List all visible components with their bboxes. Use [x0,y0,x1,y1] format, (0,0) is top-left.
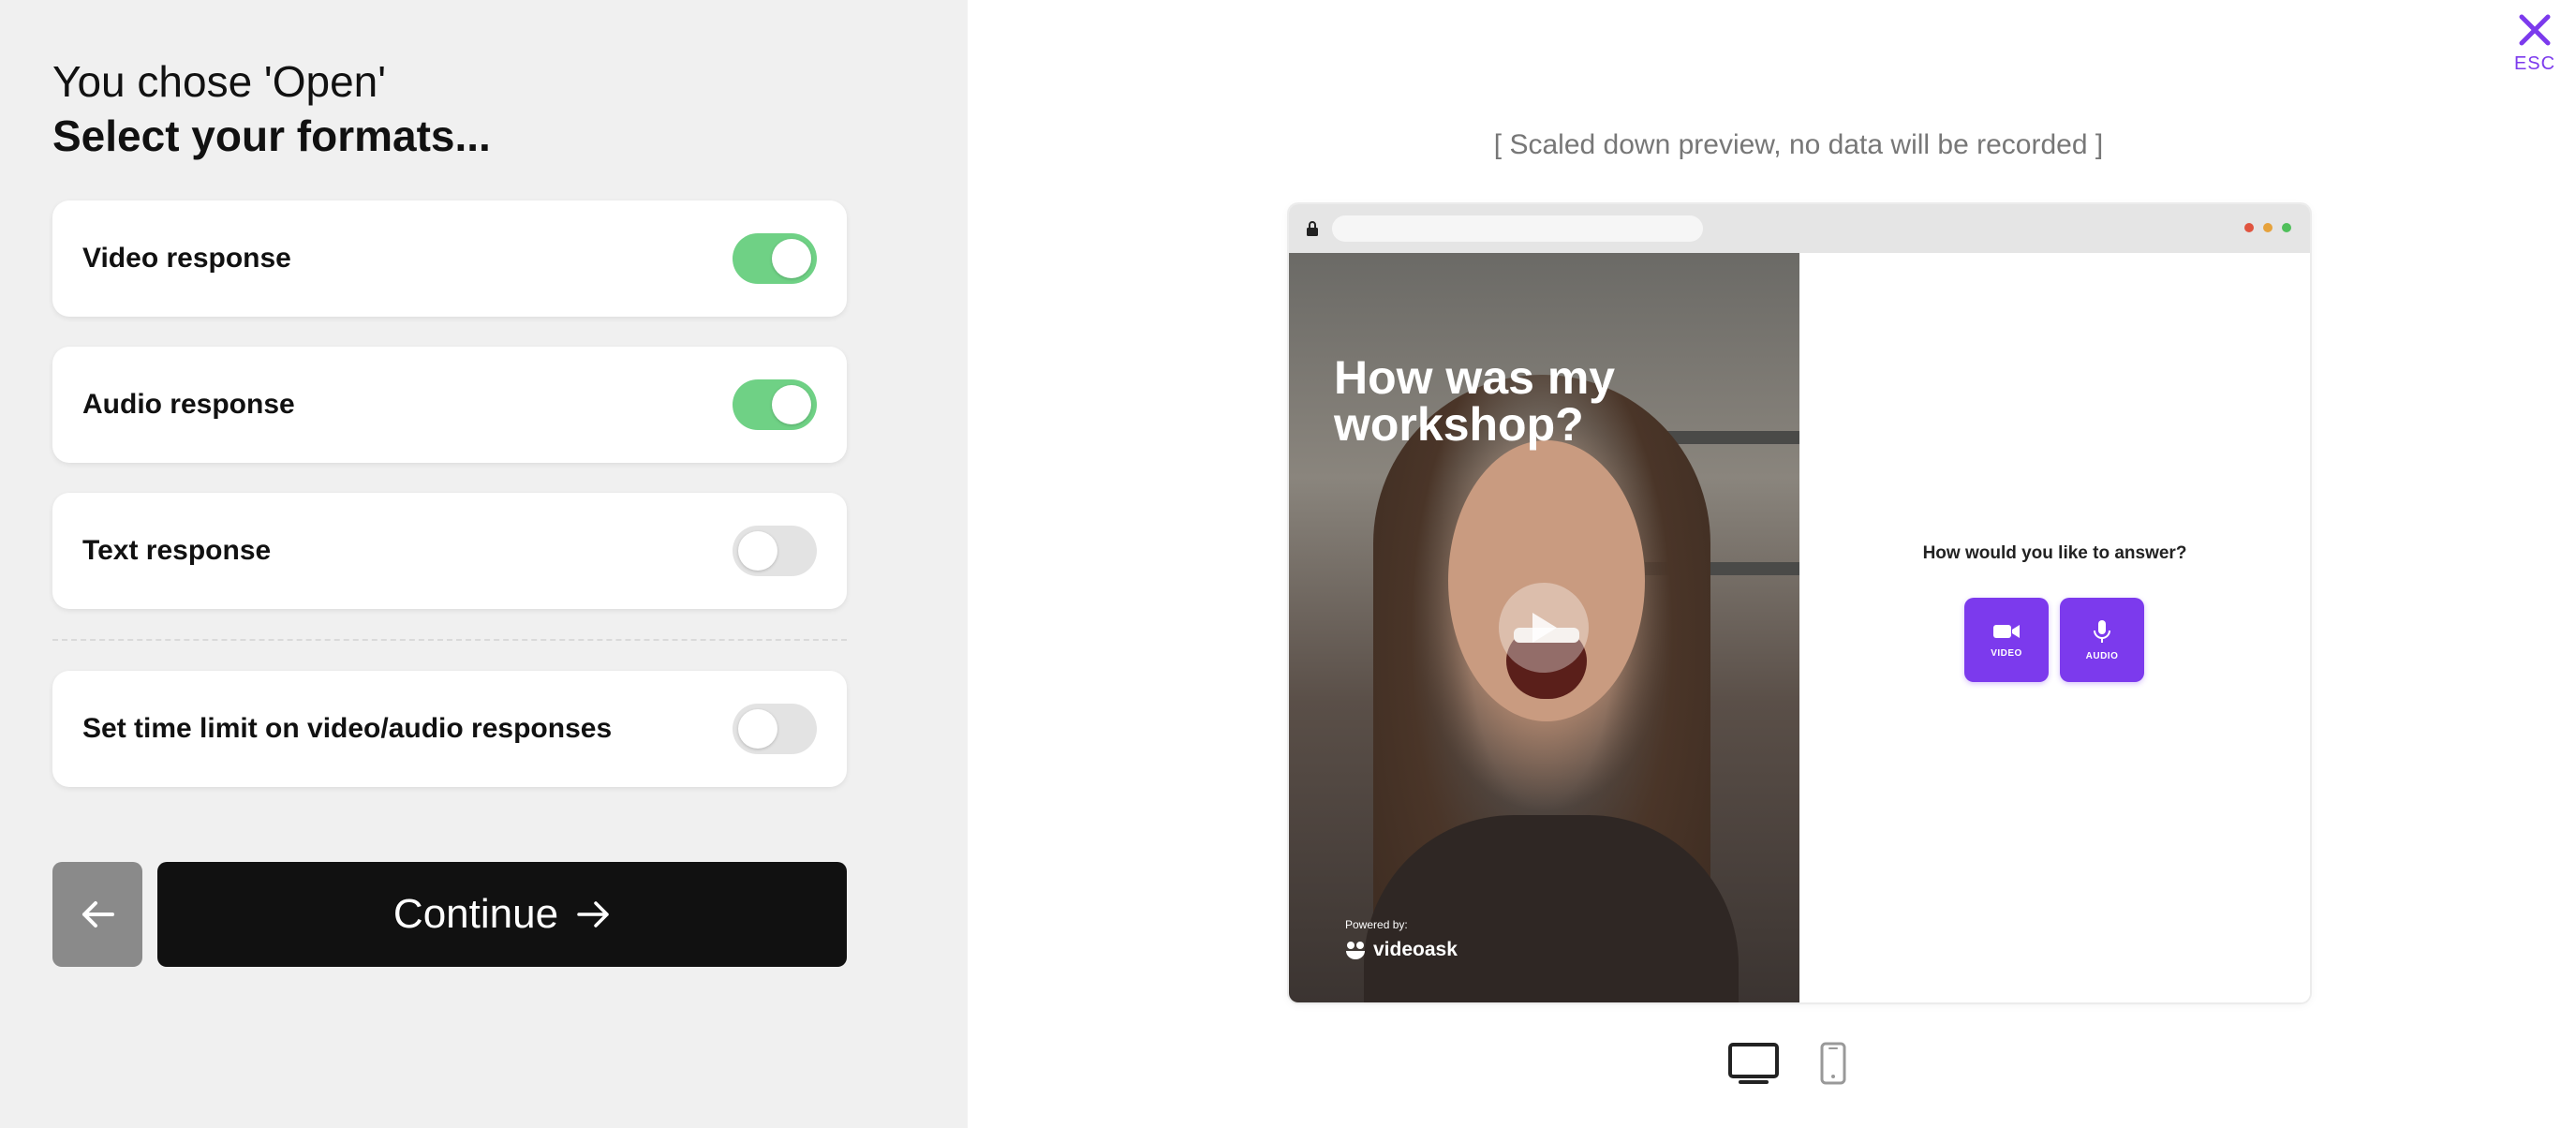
powered-by: Powered by: videoask [1345,918,1458,961]
preview-note: [ Scaled down preview, no data will be r… [1493,129,2104,160]
text-response-toggle[interactable] [733,526,817,576]
lock-icon [1307,221,1318,236]
video-camera-icon [1993,624,2020,638]
mobile-preview-button[interactable] [1819,1042,1847,1090]
desktop-icon [1728,1043,1779,1084]
close-icon [2519,14,2551,46]
esc-label: ESC [2513,53,2556,74]
video-response-toggle[interactable] [733,233,817,284]
toggle-knob [772,385,811,424]
microphone-icon [2094,619,2110,643]
powered-by-label: Powered by: [1345,918,1408,931]
continue-label: Continue [392,891,559,937]
url-bar [1332,215,1703,242]
toggle-knob [738,709,777,749]
continue-button[interactable]: Continue [157,862,847,967]
time-limit-label: Set time limit on video/audio responses [82,713,613,744]
audio-response-card: Audio response [52,347,847,463]
close-button[interactable]: ESC [2510,13,2559,75]
page-heading: You chose 'Open' Select your formats... [52,54,491,163]
answer-buttons: VIDEO AUDIO [1964,598,2144,682]
video-response-label: Video response [82,243,291,274]
time-limit-card: Set time limit on video/audio responses [52,671,847,787]
audio-response-label: Audio response [82,389,295,420]
video-preview: How was my workshop? Powered by: videoas… [1289,253,1799,1002]
toggle-knob [772,239,811,278]
toggle-knob [738,531,777,571]
video-answer-button[interactable]: VIDEO [1964,598,2049,682]
dot-red [2244,223,2254,232]
brand-name: videoask [1373,939,1458,960]
audio-answer-button[interactable]: AUDIO [2060,598,2144,682]
video-title: How was my workshop? [1334,351,1616,451]
arrow-left-icon [82,901,114,928]
preview-browser-frame: How was my workshop? Powered by: videoas… [1289,204,2310,1002]
text-response-label: Text response [82,535,272,566]
back-button[interactable] [52,862,142,967]
divider [52,639,847,641]
mobile-icon [1820,1042,1846,1085]
video-response-card: Video response [52,200,847,317]
text-response-card: Text response [52,493,847,609]
window-controls [2244,223,2291,232]
audio-response-toggle[interactable] [733,379,817,430]
answer-panel: How would you like to answer? VIDEO AUDI… [1799,253,2310,1002]
dot-green [2282,223,2291,232]
select-formats-title: Select your formats... [52,111,491,160]
browser-bar [1289,204,2310,253]
answer-question: How would you like to answer? [1922,543,2187,563]
video-answer-label: VIDEO [1991,647,2022,659]
play-icon [1532,613,1557,643]
time-limit-toggle[interactable] [733,704,817,754]
desktop-preview-button[interactable] [1727,1042,1780,1090]
videoask-logo-icon [1346,942,1365,959]
play-button[interactable] [1499,583,1589,673]
dot-yellow [2263,223,2273,232]
videoask-brand: videoask [1345,939,1458,961]
format-settings-panel: You chose 'Open' Select your formats... … [0,0,968,1128]
arrow-right-icon [577,901,609,928]
audio-answer-label: AUDIO [2085,650,2119,661]
chosen-type-title: You chose 'Open' [52,57,387,106]
device-toggle [1727,1042,1847,1090]
